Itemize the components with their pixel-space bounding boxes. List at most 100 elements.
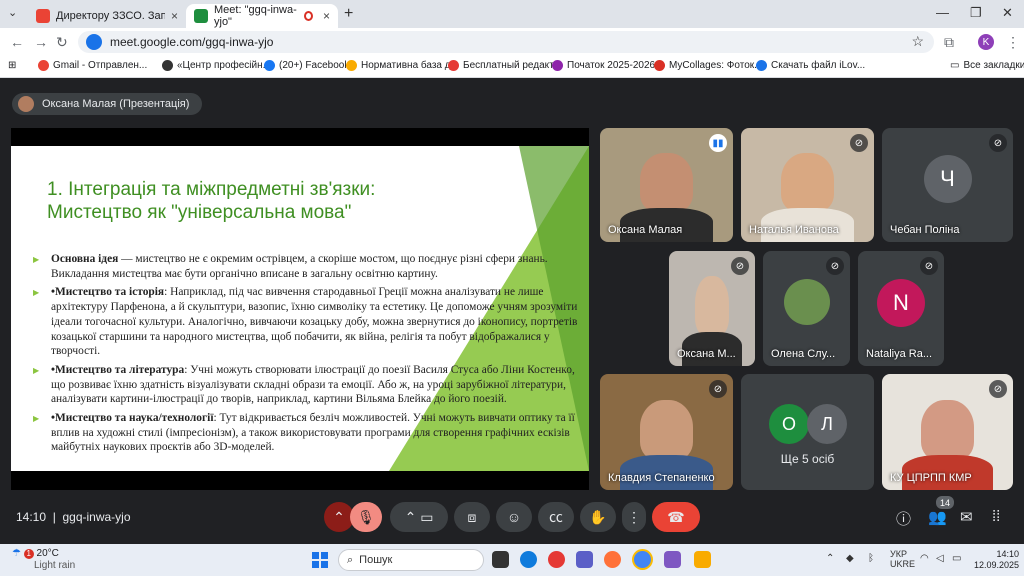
- slide-title: 1. Інтеграція та міжпредметні зв'язки: М…: [47, 179, 376, 223]
- close-window-icon[interactable]: ✕: [1002, 5, 1013, 21]
- language-indicator[interactable]: УКР UKRE: [890, 549, 915, 569]
- copilot-icon[interactable]: [664, 551, 681, 568]
- close-icon[interactable]: ×: [323, 9, 330, 23]
- chevron-up-icon[interactable]: ⌃: [826, 553, 834, 564]
- chrome-icon[interactable]: [634, 551, 651, 568]
- taskbar-clock[interactable]: 14:10 12.09.2025: [974, 549, 1019, 571]
- participant-initial: N: [877, 278, 925, 327]
- profile-avatar[interactable]: K: [978, 34, 994, 50]
- volume-icon[interactable]: ◁: [936, 553, 944, 564]
- doc-icon: [552, 60, 563, 71]
- bookmarks-bar: ⊞ Gmail - Отправлен... «Центр професійн.…: [0, 56, 1024, 78]
- present-button[interactable]: ⧈: [454, 502, 490, 532]
- menu-icon[interactable]: ⋮: [1006, 34, 1020, 51]
- windows-start-icon[interactable]: [312, 552, 328, 568]
- hand-icon: ✋: [589, 508, 607, 525]
- file-explorer-icon[interactable]: [694, 551, 711, 568]
- reactions-button[interactable]: ☺: [496, 502, 532, 532]
- folder-icon: ▭: [950, 60, 960, 71]
- participant-video: [694, 276, 730, 337]
- dropbox-icon[interactable]: ◆: [846, 553, 854, 564]
- participant-name: Nataliya Ra...: [866, 348, 933, 360]
- bookmark-star-icon[interactable]: ☆: [911, 33, 924, 50]
- more-participants-tile[interactable]: О Л Ще 5 осіб: [741, 374, 874, 490]
- mic-off-icon: ⊘: [709, 380, 727, 398]
- activities-icon[interactable]: ⁞⁞: [992, 508, 1000, 525]
- people-count-badge: 14: [936, 496, 954, 509]
- raise-hand-button[interactable]: ✋: [580, 502, 616, 532]
- participant-name: Олена Слу...: [771, 348, 836, 360]
- tab-meet[interactable]: Meet: "ggq-inwa-yjo" ×: [186, 4, 338, 28]
- tab-title: Директору ЗЗСО. Запрошенн: [56, 10, 165, 22]
- apps-icon[interactable]: ⊞: [8, 60, 16, 71]
- forward-icon[interactable]: →: [34, 34, 48, 50]
- more-participants-label: Ще 5 осіб: [780, 452, 835, 466]
- collage-icon: [654, 60, 665, 71]
- participant-tile[interactable]: Ч ⊘ Чебан Поліна: [882, 128, 1013, 242]
- participant-tile[interactable]: ⊘ Оксана М...: [669, 251, 755, 366]
- reload-icon[interactable]: ↻: [56, 34, 68, 51]
- tab-search-icon[interactable]: ⌄: [8, 6, 17, 19]
- bookmark-item[interactable]: Скачать файл iLov...: [756, 60, 865, 71]
- participant-tile[interactable]: ▮▮ Оксана Малая: [600, 128, 733, 242]
- bookmark-item[interactable]: Початок 2025-2026...: [552, 60, 663, 71]
- bookmark-item[interactable]: Нормативна база д...: [346, 60, 459, 71]
- gmail-icon: [36, 9, 50, 23]
- mic-off-icon: ⊘: [989, 134, 1007, 152]
- battery-icon[interactable]: ▭: [952, 553, 961, 564]
- edge-icon[interactable]: [520, 551, 537, 568]
- weather-desc: Light rain: [34, 560, 76, 571]
- all-bookmarks[interactable]: ▭ Все закладки: [950, 60, 1024, 71]
- presenter-chip[interactable]: Оксана Малая (Презентація): [12, 93, 202, 115]
- taskbar-search[interactable]: ⌕ Пошук: [338, 549, 484, 571]
- info-icon[interactable]: ⓘ: [896, 508, 911, 529]
- maximize-icon[interactable]: ❐: [970, 5, 982, 21]
- mic-off-icon: ⊘: [920, 257, 938, 275]
- bookmark-item[interactable]: «Центр професійн...: [162, 60, 271, 71]
- bookmark-item[interactable]: Gmail - Отправлен...: [38, 60, 147, 71]
- camera-toggle-button[interactable]: ⌃ ▭: [390, 502, 448, 532]
- bluetooth-icon[interactable]: ᛒ: [868, 553, 874, 564]
- participant-tile[interactable]: N ⊘ Nataliya Ra...: [858, 251, 944, 366]
- windows-taskbar: ☂ 1 20°C Light rain ⌕ Пошук ⌃ ◆ ᛒ УКР UKR…: [0, 544, 1024, 576]
- facebook-icon: [264, 60, 275, 71]
- url-field[interactable]: meet.google.com/ggq-inwa-yjo ☆: [78, 31, 934, 53]
- captions-button[interactable]: ㏄: [538, 502, 574, 532]
- mic-toggle-button[interactable]: 🎙: [350, 502, 382, 532]
- mic-off-icon: ⊘: [850, 134, 868, 152]
- close-icon[interactable]: ×: [171, 9, 178, 23]
- participant-tile[interactable]: ⊘ Клавдия Степаненко: [600, 374, 733, 490]
- tab-gmail[interactable]: Директору ЗЗСО. Запрошенн ×: [28, 4, 186, 28]
- bookmark-item[interactable]: Бесплатный редакт...: [448, 60, 561, 71]
- chat-icon[interactable]: ✉: [960, 508, 973, 526]
- more-options-button[interactable]: ⋮: [622, 502, 646, 532]
- weather-widget[interactable]: ☂ 1 20°C Light rain: [12, 548, 75, 572]
- task-view-icon[interactable]: [492, 551, 509, 568]
- wifi-icon[interactable]: ◠: [920, 553, 929, 564]
- participant-tile[interactable]: ⊘ Наталья Иванова: [741, 128, 874, 242]
- emoji-icon: ☺: [506, 509, 522, 525]
- participant-tile[interactable]: ⊘ Олена Слу...: [763, 251, 850, 366]
- mic-off-icon: ⊘: [989, 380, 1007, 398]
- firefox-icon[interactable]: [604, 551, 621, 568]
- people-icon[interactable]: 👥: [928, 508, 947, 526]
- participant-name: Клавдия Степаненко: [608, 472, 715, 484]
- participant-video: [780, 153, 835, 213]
- new-tab-button[interactable]: +: [344, 5, 353, 23]
- presenter-label: Оксана Малая (Презентація): [42, 98, 190, 110]
- meeting-info: 14:10 | ggq-inwa-yjo: [16, 510, 131, 524]
- start-tile: [321, 552, 328, 559]
- participant-tile[interactable]: ⊘ КУ ЦПРПП КМР: [882, 374, 1013, 490]
- leave-call-button[interactable]: ☎: [652, 502, 700, 532]
- site-info-icon[interactable]: [86, 34, 102, 50]
- mic-off-icon: ⊘: [826, 257, 844, 275]
- teams-icon[interactable]: [576, 551, 593, 568]
- minimize-icon[interactable]: —: [936, 5, 949, 20]
- opera-icon[interactable]: [548, 551, 565, 568]
- back-icon[interactable]: ←: [10, 34, 24, 50]
- gmail-icon: [38, 60, 49, 71]
- camera-icon: ▭: [420, 508, 434, 525]
- extensions-icon[interactable]: ⧉: [944, 34, 954, 51]
- bookmark-item[interactable]: (20+) Facebook: [264, 60, 349, 71]
- bookmark-item[interactable]: MyCollages: Фоток...: [654, 60, 762, 71]
